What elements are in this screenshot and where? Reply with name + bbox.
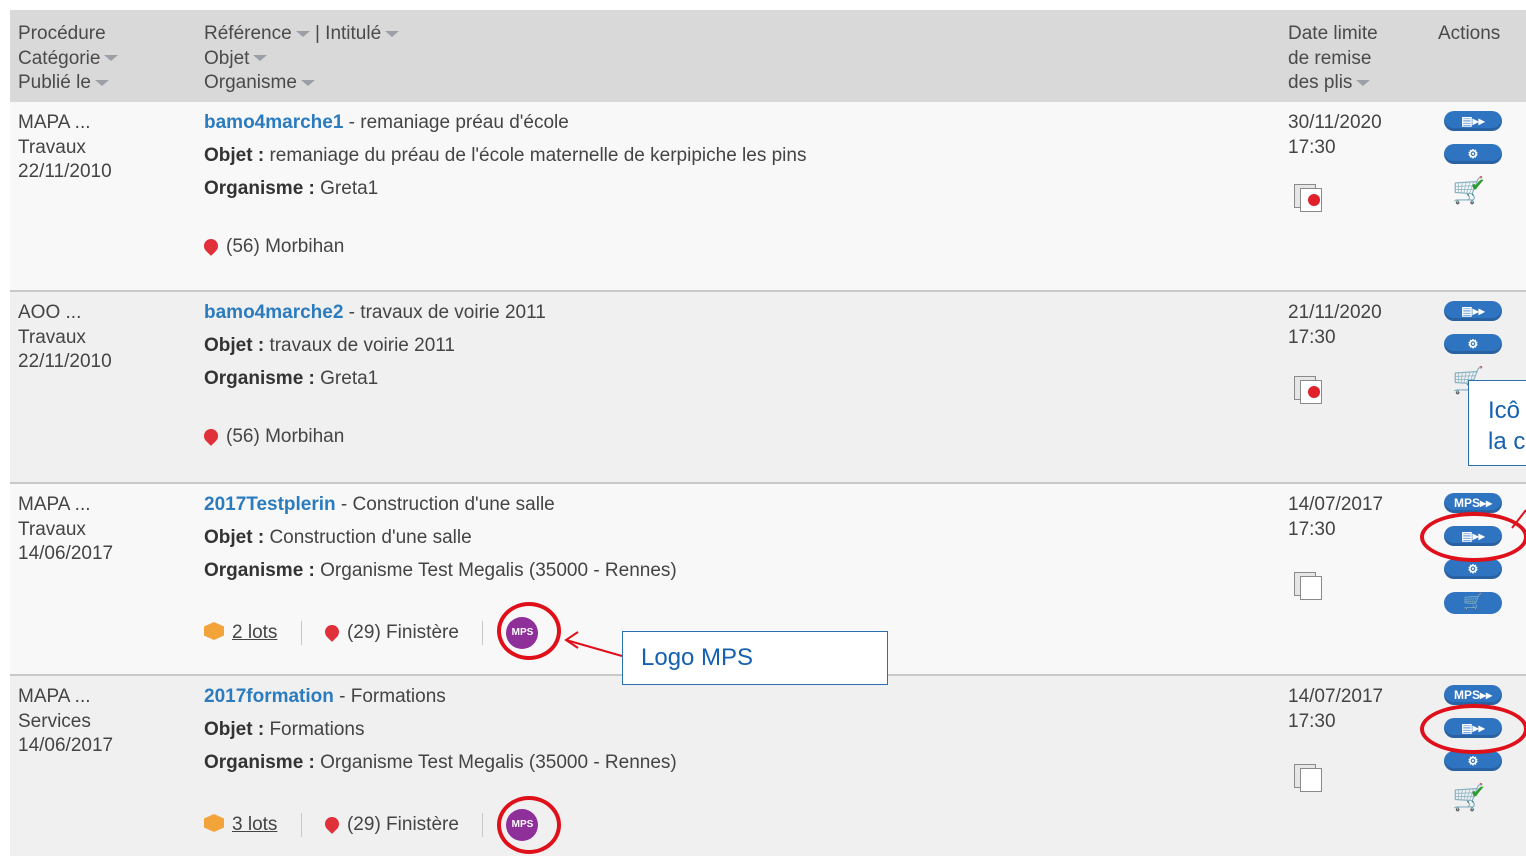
callout-logo-mps: Logo MPS [622, 631, 888, 685]
annotation-arrows [564, 509, 1526, 657]
callout-icon: Icô la c [1468, 380, 1526, 466]
